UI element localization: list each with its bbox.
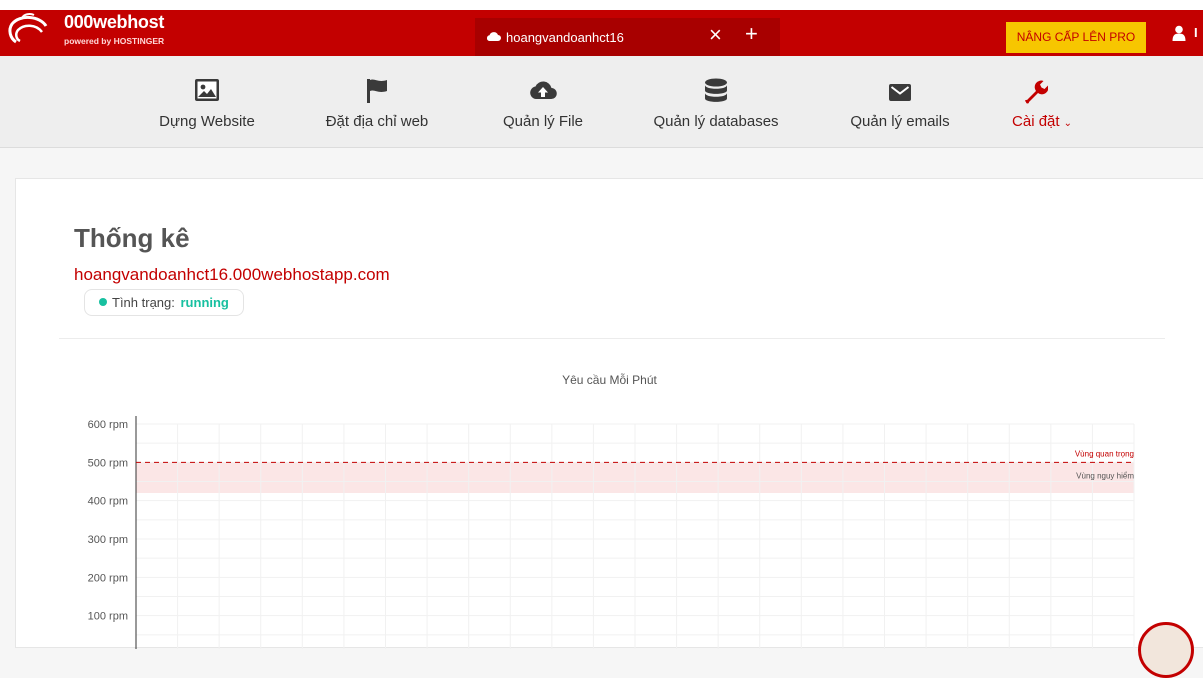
nav-databases[interactable]: Quản lý databases xyxy=(626,56,806,147)
requests-per-minute-chart: 600 rpm 500 rpm 400 rpm 300 rpm 200 rpm 100 r… xyxy=(88,416,1135,649)
close-icon[interactable]: × xyxy=(709,24,722,46)
statistics-card: Thống kê hoangvandoanhct16.000webhostapp… xyxy=(15,178,1203,649)
site-tab[interactable]: hoangvandoanhct16 × + xyxy=(475,18,780,56)
logo-swirl-icon xyxy=(8,13,48,44)
chevron-down-icon: ⌄ xyxy=(1063,118,1072,129)
user-icon[interactable] xyxy=(1172,25,1186,41)
band-label: Vùng nguy hiểm xyxy=(1076,471,1134,480)
envelope-icon xyxy=(889,84,911,101)
y-tick-label: 200 rpm xyxy=(88,572,128,584)
nav-label: Cài đặt ⌄ xyxy=(983,113,1101,130)
add-site-icon[interactable]: + xyxy=(745,23,758,45)
main-nav: Dựng Website Đặt địa chỉ web Quản lý Fil… xyxy=(0,56,1203,148)
brand-subtitle: powered by HOSTINGER xyxy=(64,36,165,46)
nav-settings-label: Cài đặt xyxy=(1012,113,1060,130)
y-tick-label: 400 rpm xyxy=(88,496,128,508)
nav-label: Quản lý emails xyxy=(850,113,950,130)
y-tick-label: 100 rpm xyxy=(88,611,128,623)
cloud-upload-icon xyxy=(530,81,557,100)
brand-name[interactable]: 000webhost xyxy=(64,12,164,33)
cloud-icon xyxy=(486,32,501,41)
site-name: hoangvandoanhct16 xyxy=(506,30,624,45)
nav-label: Quản lý File xyxy=(502,113,584,130)
y-tick-label: 600 rpm xyxy=(88,419,128,431)
avatar[interactable] xyxy=(1138,622,1194,678)
nav-set-web-address[interactable]: Đặt địa chỉ web xyxy=(295,56,459,147)
nav-settings[interactable]: Cài đặt ⌄ xyxy=(983,56,1101,147)
flag-icon xyxy=(367,79,387,103)
y-tick-label: 300 rpm xyxy=(88,534,128,546)
nav-label: Quản lý databases xyxy=(653,113,779,130)
image-icon xyxy=(195,79,219,101)
threshold-label: Vùng quan trọng xyxy=(1075,449,1134,458)
nav-emails[interactable]: Quản lý emails xyxy=(818,56,982,147)
nav-build-website[interactable]: Dựng Website xyxy=(125,56,289,147)
wrench-icon xyxy=(1024,80,1048,104)
nav-label: Dựng Website xyxy=(159,113,255,130)
user-name[interactable]: I xyxy=(1194,25,1198,40)
nav-file-manager[interactable]: Quản lý File xyxy=(461,56,625,147)
top-bar: 000webhost powered by HOSTINGER hoangvan… xyxy=(0,0,1203,56)
nav-label: Đặt địa chỉ web xyxy=(325,113,429,130)
y-tick-label: 500 rpm xyxy=(88,457,128,469)
upgrade-button[interactable]: NÂNG CẤP LÊN PRO xyxy=(1006,22,1146,53)
database-icon xyxy=(705,78,727,102)
